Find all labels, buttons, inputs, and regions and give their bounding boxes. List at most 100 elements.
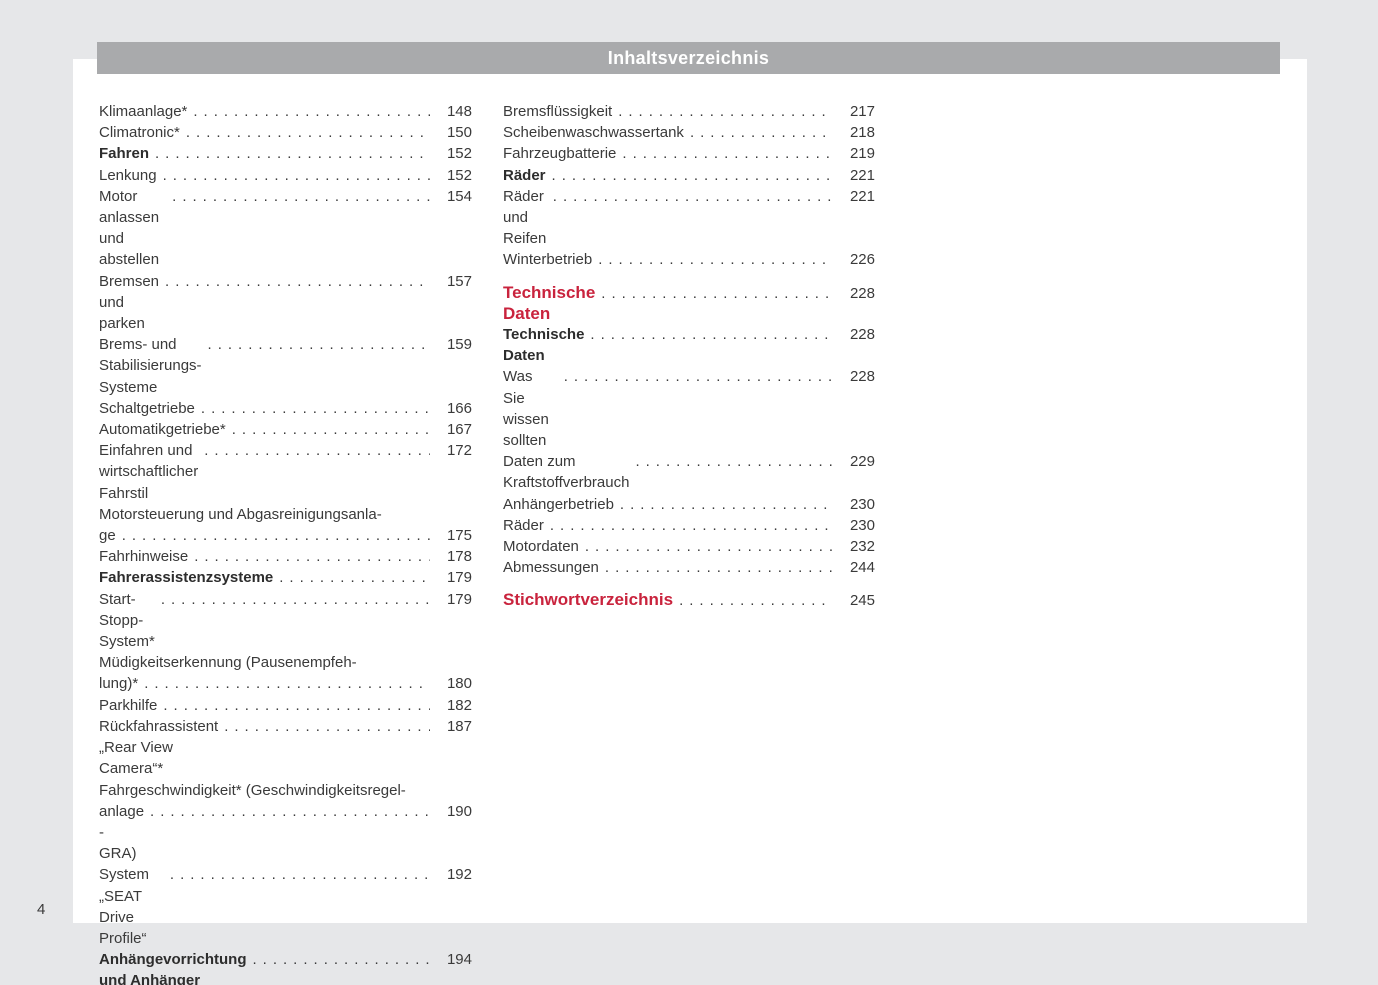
dot-leader [253, 949, 430, 970]
toc-entry: Rückfahrassistent „Rear View Camera“*187 [99, 716, 472, 780]
toc-entry: System „SEAT Drive Profile“192 [99, 864, 472, 949]
dot-leader [163, 695, 430, 716]
toc-entry-title: Technische Daten [503, 282, 595, 324]
toc-entry: Müdigkeitserkennung (Pausenempfeh- [99, 652, 472, 673]
manual-page: Inhaltsverzeichnis Klimaanlage*148Climat… [73, 59, 1307, 923]
toc-entry-page: 194 [442, 949, 472, 970]
dot-leader [553, 186, 833, 207]
toc-entry-page: 190 [442, 801, 472, 822]
toc-entry-page: 221 [845, 186, 875, 207]
toc-entry-title: Daten zum Kraftstoffverbrauch [503, 451, 629, 493]
toc-entry-page: 182 [442, 695, 472, 716]
toc-entry-title: Anhängerbetrieb [503, 494, 614, 515]
toc-entry-page: 175 [442, 525, 472, 546]
toc-entry: Räder230 [503, 515, 875, 536]
toc-entry-title: Klimaanlage* [99, 101, 187, 122]
toc-entry-page: 230 [845, 494, 875, 515]
toc-entry-title: Bremsen und parken [99, 271, 159, 335]
toc-entry-title: Stichwortverzeichnis [503, 589, 673, 610]
dot-leader [161, 589, 430, 610]
toc-entry-title: Einfahren und wirtschaftlicher Fahrstil [99, 440, 198, 504]
toc-entry-page: 154 [442, 186, 472, 207]
toc-entry-title: Parkhilfe [99, 695, 157, 716]
dot-leader [564, 366, 833, 387]
toc-entry-page: 232 [845, 536, 875, 557]
toc-entry: anlage - GRA) 190 [99, 801, 472, 865]
toc-entry: Technische Daten228 [503, 282, 875, 324]
page-header-bar: Inhaltsverzeichnis [97, 42, 1280, 74]
toc-entry: Was Sie wissen sollten 228 [503, 366, 875, 451]
page-number: 4 [37, 901, 45, 918]
toc-entry: Motordaten232 [503, 536, 875, 557]
toc-entry-title: Brems- und Stabilisierungs-Systeme [99, 334, 202, 398]
toc-entry-page: 159 [442, 334, 472, 355]
toc-entry-title: Winterbetrieb [503, 249, 592, 270]
toc-entry-page: 148 [442, 101, 472, 122]
toc-entry: Climatronic*150 [99, 122, 472, 143]
toc-entry-page: 150 [442, 122, 472, 143]
dot-leader [186, 122, 430, 143]
toc-entry: Lenkung152 [99, 165, 472, 186]
toc-entry: Start-Stopp-System*179 [99, 589, 472, 653]
toc-entry-page: 219 [845, 143, 875, 164]
toc-entry-title: Lenkung [99, 165, 157, 186]
dot-leader [590, 324, 833, 345]
toc-entry: Fahrzeugbatterie219 [503, 143, 875, 164]
dot-leader [622, 143, 833, 164]
toc-entry: Motorsteuerung und Abgasreinigungsanla- [99, 504, 472, 525]
dot-leader [598, 249, 833, 270]
toc-entry-title: Was Sie wissen sollten [503, 366, 558, 451]
toc-entry: Scheibenwaschwassertank218 [503, 122, 875, 143]
toc-entry: Anhängevorrichtung und Anhänger 194 [99, 949, 472, 985]
dot-leader [620, 494, 833, 515]
toc-entry: Fahrhinweise 178 [99, 546, 472, 567]
toc-entry: Schaltgetriebe166 [99, 398, 472, 419]
toc-entry-page: 244 [845, 557, 875, 578]
toc-entry: Fahren152 [99, 143, 472, 164]
dot-leader [165, 271, 430, 292]
dot-leader [232, 419, 430, 440]
toc-entry-title: Anhängevorrichtung und Anhänger [99, 949, 247, 985]
toc-entry: Automatikgetriebe*167 [99, 419, 472, 440]
toc-entry-page: 229 [845, 451, 875, 472]
dot-leader [679, 590, 833, 611]
toc-entry-title: Schaltgetriebe [99, 398, 195, 419]
dot-leader [144, 673, 430, 694]
toc-entry-page: 157 [442, 271, 472, 292]
toc-entry-title: lung)* [99, 673, 138, 694]
toc-entry: Einfahren und wirtschaftlicher Fahrstil1… [99, 440, 472, 504]
toc-entry-page: 228 [845, 366, 875, 387]
dot-leader [224, 716, 430, 737]
toc-entry: lung)*180 [99, 673, 472, 694]
toc-entry-title: Motor anlassen und abstellen [99, 186, 166, 271]
dot-leader [279, 567, 430, 588]
toc-entry-title: Räder und Reifen [503, 186, 547, 250]
toc-entry-title: Fahrgeschwindigkeit* (Geschwindigkeitsre… [99, 780, 406, 801]
toc-columns: Klimaanlage* 148Climatronic*150Fahren152L… [99, 101, 875, 985]
dot-leader [585, 536, 833, 557]
dot-leader [601, 283, 833, 304]
toc-entry: Daten zum Kraftstoffverbrauch 229 [503, 451, 875, 493]
toc-entry-title: Technische Daten [503, 324, 584, 366]
toc-entry-title: Räder [503, 165, 546, 186]
dot-leader [635, 451, 833, 472]
dot-leader [170, 864, 430, 885]
toc-entry-title: anlage - GRA) [99, 801, 144, 865]
toc-entry-page: 178 [442, 546, 472, 567]
toc-entry-page: 152 [442, 143, 472, 164]
toc-entry: Klimaanlage* 148 [99, 101, 472, 122]
toc-entry-page: 228 [845, 324, 875, 345]
dot-leader [690, 122, 833, 143]
dot-leader [552, 165, 833, 186]
dot-leader [550, 515, 833, 536]
toc-entry-title: Abmessungen [503, 557, 599, 578]
toc-entry-page: 217 [845, 101, 875, 122]
toc-column-left: Klimaanlage* 148Climatronic*150Fahren152L… [99, 101, 472, 985]
dot-leader [193, 101, 430, 122]
dot-leader [605, 557, 833, 578]
toc-entry: Technische Daten 228 [503, 324, 875, 366]
toc-entry: Fahrerassistenzsysteme179 [99, 567, 472, 588]
toc-entry-title: Fahrhinweise [99, 546, 188, 567]
dot-leader [194, 546, 430, 567]
toc-entry: Bremsflüssigkeit217 [503, 101, 875, 122]
